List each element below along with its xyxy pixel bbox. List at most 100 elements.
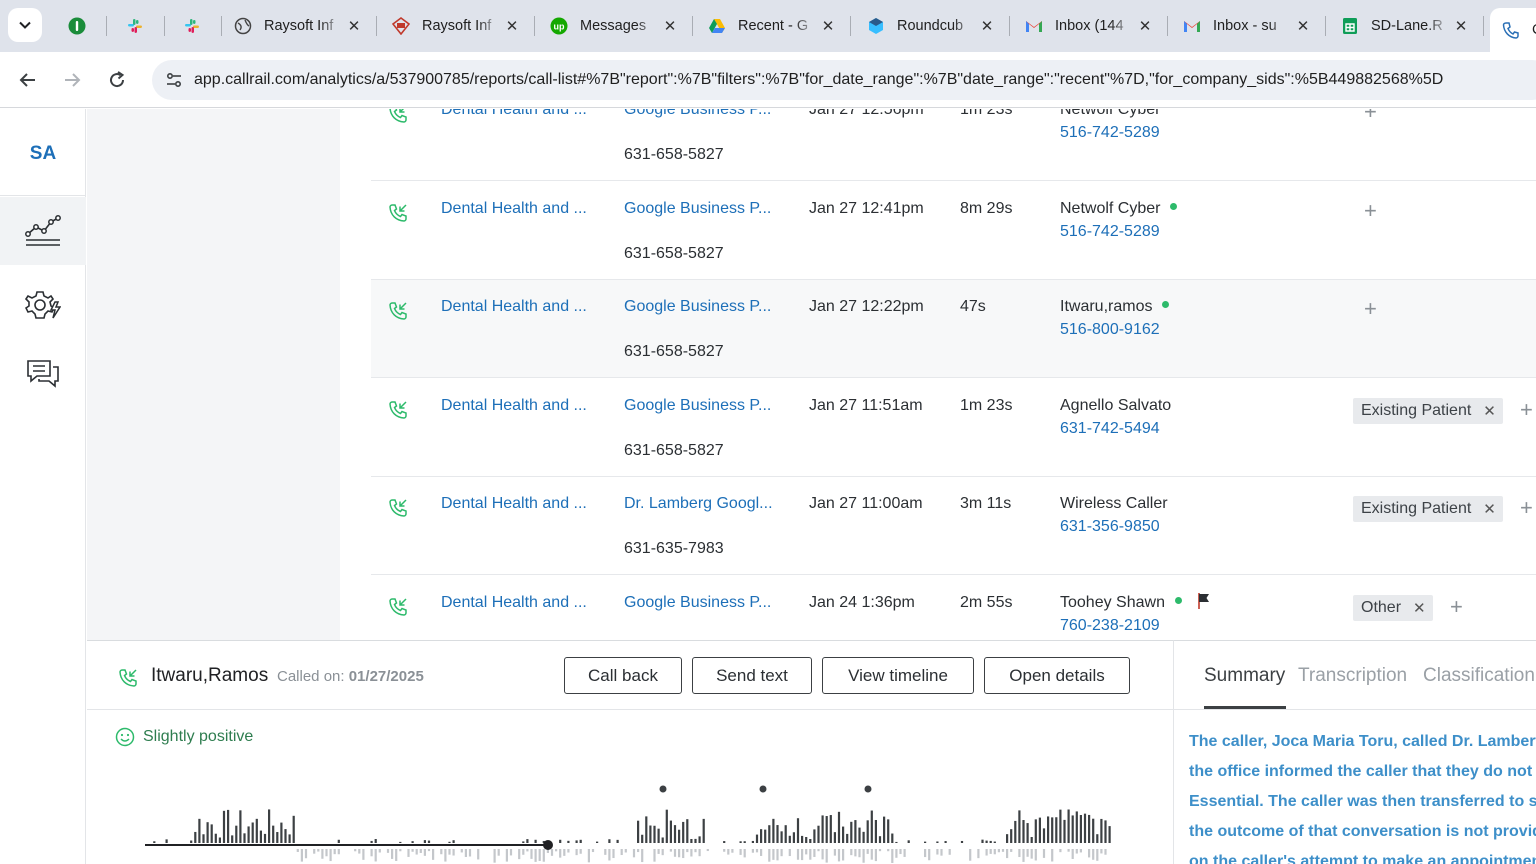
source-link[interactable]: Google Business P...: [624, 397, 771, 415]
source-link[interactable]: Google Business P...: [624, 200, 771, 218]
call-back-button[interactable]: Call back: [564, 657, 682, 694]
back-button[interactable]: [12, 64, 44, 96]
close-tab-icon[interactable]: ✕: [502, 17, 522, 35]
add-tag-icon[interactable]: +: [1520, 397, 1533, 423]
waveform-bar: [682, 821, 685, 843]
tab-summary[interactable]: Summary: [1204, 665, 1285, 687]
reload-button[interactable]: [101, 64, 133, 96]
tab-transcription[interactable]: Transcription: [1298, 665, 1407, 687]
tracking-number: 631-635-7983: [624, 540, 724, 557]
caller-name: Itwaru,ramos: [1060, 298, 1153, 315]
company-link[interactable]: Dental Health and ...: [441, 397, 587, 415]
browser-tab[interactable]: [114, 8, 162, 44]
source-link[interactable]: Google Business P...: [624, 594, 771, 612]
source-link[interactable]: Dr. Lamberg Googl...: [624, 495, 773, 513]
waveform-bar-secondary: [477, 849, 480, 860]
close-tab-icon[interactable]: ✕: [1135, 17, 1155, 35]
source-link[interactable]: Google Business P...: [624, 298, 771, 316]
browser-tab[interactable]: Inbox - su ✕: [1171, 8, 1323, 44]
caller-phone[interactable]: 631-742-5494: [1060, 420, 1160, 438]
summary-line: The caller, Joca Maria Toru, called Dr. …: [1189, 733, 1536, 750]
table-row[interactable]: Dental Health and ... Dr. Lamberg Googl..…: [371, 477, 1536, 575]
waveform-bar-secondary: [924, 849, 927, 858]
waveform-bar-secondary: [411, 849, 414, 852]
waveform-bar-secondary: [678, 849, 681, 858]
waveform-marker[interactable]: [864, 785, 872, 793]
view-timeline-button[interactable]: View timeline: [822, 657, 974, 694]
remove-tag-icon[interactable]: ✕: [1483, 402, 1496, 420]
close-tab-icon[interactable]: ✕: [818, 17, 838, 35]
flag-icon[interactable]: [1197, 592, 1211, 610]
add-tag-icon[interactable]: +: [1364, 198, 1377, 224]
add-tag-icon[interactable]: +: [1520, 495, 1533, 521]
url-text: app.callrail.com/analytics/a/537900785/r…: [194, 71, 1444, 88]
add-tag-icon[interactable]: +: [1450, 594, 1463, 620]
browser-tab[interactable]: Raysoft Inf ✕: [222, 8, 374, 44]
caller-phone[interactable]: 516-742-5289: [1060, 124, 1160, 142]
caller-phone[interactable]: 516-742-5289: [1060, 223, 1160, 241]
close-tab-icon[interactable]: ✕: [1293, 17, 1313, 35]
remove-tag-icon[interactable]: ✕: [1413, 599, 1426, 617]
table-row[interactable]: Dental Health and ... Google Business P..…: [371, 182, 1536, 280]
company-link[interactable]: Dental Health and ...: [441, 109, 587, 119]
sidebar-item-messages[interactable]: [0, 339, 86, 407]
browser-tab[interactable]: [56, 8, 104, 44]
table-row[interactable]: Dental Health and ... Google Business P..…: [371, 379, 1536, 477]
address-bar[interactable]: app.callrail.com/analytics/a/537900785/r…: [152, 60, 1536, 100]
company-link[interactable]: Dental Health and ...: [441, 594, 587, 612]
waveform-bar: [641, 834, 644, 843]
browser-tab[interactable]: Inbox (144 ✕: [1013, 8, 1165, 44]
caller-phone[interactable]: 631-356-9850: [1060, 518, 1160, 536]
waveform-bar: [842, 826, 845, 843]
waveform-bar: [858, 827, 861, 843]
audio-waveform-player[interactable]: [143, 781, 1113, 864]
call-summary-text: The caller, Joca Maria Toru, called Dr. …: [1189, 727, 1536, 864]
online-status-dot: [1174, 596, 1182, 604]
add-tag-icon[interactable]: +: [1364, 296, 1377, 322]
close-tab-icon[interactable]: ✕: [1451, 17, 1471, 35]
tab-classification[interactable]: Classification: [1423, 665, 1535, 687]
playback-handle[interactable]: [543, 840, 553, 850]
browser-tab[interactable]: [171, 8, 219, 44]
open-details-button[interactable]: Open details: [984, 657, 1130, 694]
call-tag: Existing Patient ✕: [1353, 397, 1503, 424]
sidebar-item-analytics[interactable]: [0, 197, 86, 265]
caller-name: Netwolf Cyber: [1060, 199, 1161, 217]
table-row[interactable]: Dental Health and ... Google Business P..…: [371, 280, 1536, 378]
site-info-icon[interactable]: [154, 60, 194, 100]
browser-tab[interactable]: C: [1490, 8, 1536, 52]
close-tab-icon[interactable]: ✕: [344, 17, 364, 35]
browser-tab[interactable]: Roundcub ✕: [855, 8, 1007, 44]
close-tab-icon[interactable]: ✕: [977, 17, 997, 35]
waveform-bar-secondary: [1001, 849, 1005, 852]
send-text-button[interactable]: Send text: [692, 657, 812, 694]
waveform-bar-secondary: [796, 849, 800, 860]
table-row[interactable]: Dental Health and ... Google Business P..…: [371, 576, 1536, 641]
account-initials[interactable]: SA: [0, 143, 86, 165]
company-link[interactable]: Dental Health and ...: [441, 200, 587, 218]
gmail-icon: [1183, 17, 1201, 35]
caller-phone[interactable]: 516-800-9162: [1060, 321, 1160, 339]
close-tab-icon[interactable]: ✕: [660, 17, 680, 35]
tab-title: SD-Lane.R: [1371, 18, 1443, 34]
browser-tab[interactable]: Recent - G ✕: [696, 8, 848, 44]
browser-tab[interactable]: SD-Lane.R ✕: [1329, 8, 1481, 44]
company-link[interactable]: Dental Health and ...: [441, 495, 587, 513]
browser-tab[interactable]: up Messages ✕: [538, 8, 690, 44]
forward-button[interactable]: [56, 64, 88, 96]
caller-phone[interactable]: 760-238-2109: [1060, 617, 1160, 635]
waveform-marker[interactable]: [759, 785, 767, 793]
tab-search-button[interactable]: [8, 8, 42, 42]
company-link[interactable]: Dental Health and ...: [441, 298, 587, 316]
remove-tag-icon[interactable]: ✕: [1483, 500, 1496, 518]
table-row[interactable]: Dental Health and ... Google Business P..…: [371, 109, 1536, 181]
waveform-bar: [259, 830, 262, 843]
waveform-bar: [866, 820, 869, 843]
sidebar-item-settings[interactable]: [0, 271, 86, 339]
source-link[interactable]: Google Business P...: [624, 109, 771, 119]
waveform-bar-secondary: [1051, 849, 1054, 862]
add-tag-icon[interactable]: +: [1364, 109, 1377, 125]
browser-tab[interactable]: Raysoft Inf ✕: [380, 8, 532, 44]
waveform-marker[interactable]: [659, 785, 667, 793]
waveform-bar: [1006, 834, 1009, 843]
